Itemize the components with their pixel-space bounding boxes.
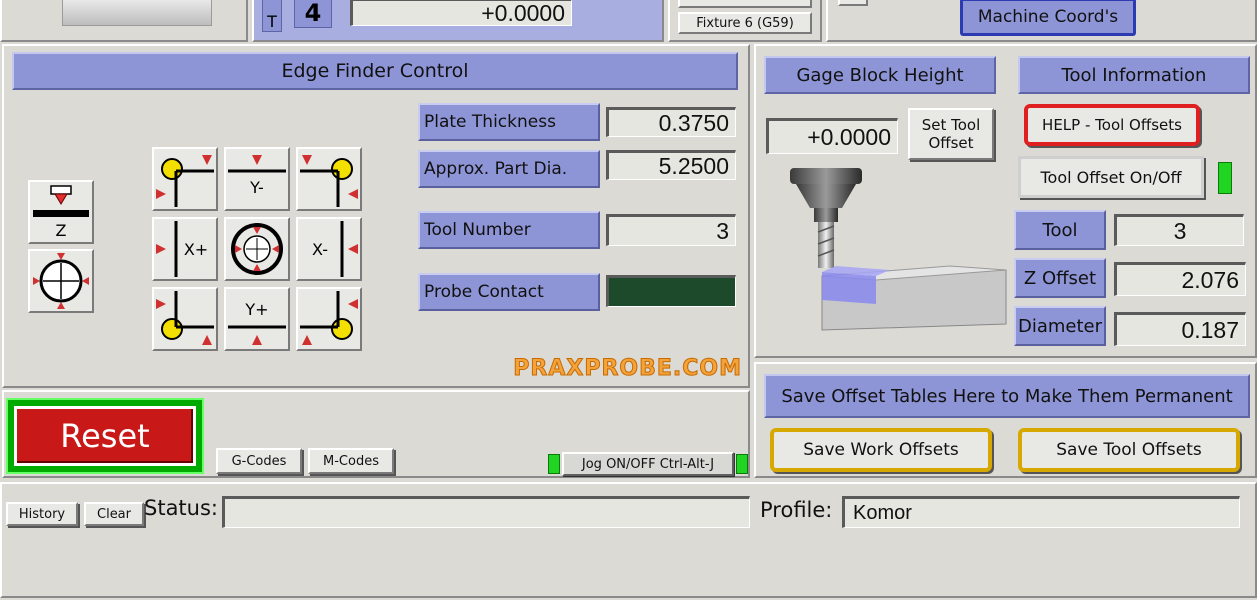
tool-number-field[interactable]: 3	[606, 214, 736, 246]
edge-finder-title: Edge Finder Control	[12, 52, 738, 90]
probe-z-button[interactable]: Z	[28, 180, 94, 244]
save-offsets-banner: Save Offset Tables Here to Make Them Per…	[764, 374, 1250, 418]
status-label: Status:	[144, 496, 218, 520]
gage-block-illustration	[790, 168, 1007, 331]
probe-y-minus[interactable]: Y-	[224, 147, 290, 211]
gage-block-title: Gage Block Height	[764, 56, 996, 94]
probe-x-minus[interactable]: X-	[296, 217, 362, 281]
machine-coords-button[interactable]: Machine Coord's	[960, 0, 1136, 36]
tool-panel: Gage Block Height +0.0000 Set Tool Offse…	[754, 44, 1257, 358]
probe-contact-led	[606, 275, 736, 307]
m-codes-button[interactable]: M-Codes	[308, 448, 394, 474]
save-work-offsets-button[interactable]: Save Work Offsets	[770, 428, 992, 472]
probe-corner-bottom-left[interactable]	[152, 287, 218, 351]
y-plus-label: Y+	[244, 300, 268, 319]
jog-led-right	[736, 454, 748, 474]
jog-toggle-button[interactable]: Jog ON/OFF Ctrl-Alt-J	[562, 452, 734, 476]
small-toggle-button[interactable]	[838, 0, 868, 6]
help-tool-offsets-button[interactable]: HELP - Tool Offsets	[1024, 104, 1200, 146]
top-tool-panel: T 4 +0.0000	[252, 0, 664, 42]
y-plus-icon: Y+	[228, 300, 286, 345]
y-minus-label: Y-	[249, 178, 264, 197]
status-bar: History Clear Status: Profile: Komor	[0, 482, 1257, 598]
top-fixture-panel: Fixture 6 (G59)	[668, 0, 822, 42]
save-offsets-panel: Save Offset Tables Here to Make Them Per…	[754, 362, 1257, 478]
save-tool-offsets-button[interactable]: Save Tool Offsets	[1018, 428, 1240, 472]
probe-contact-label: Probe Contact	[418, 273, 600, 311]
boss-center-icon	[231, 223, 283, 275]
diameter-label: Diameter	[1014, 306, 1106, 346]
probe-z-icon: Z	[33, 185, 89, 240]
probe-center-button[interactable]	[28, 249, 94, 313]
corner-top-right-icon	[300, 155, 358, 207]
tool-number-label: Tool Number	[418, 211, 600, 249]
bore-center-icon	[33, 253, 89, 309]
clear-button[interactable]: Clear	[84, 502, 144, 526]
z-offset-field[interactable]: 2.076	[1114, 262, 1246, 296]
corner-bottom-left-icon	[156, 291, 214, 345]
history-button[interactable]: History	[6, 502, 78, 526]
profile-field: Komor	[842, 496, 1240, 528]
tool-offset-led	[1218, 162, 1232, 194]
control-panel: Reset G-Codes M-Codes Jog ON/OFF Ctrl-Al…	[2, 390, 750, 478]
tool-number-display: 4	[294, 0, 332, 28]
praxprobe-logo: PRAXPROBE.COM	[513, 356, 742, 382]
corner-bottom-right-icon	[300, 291, 358, 345]
fixture-button[interactable]: Fixture 6 (G59)	[678, 12, 812, 34]
reset-button[interactable]: Reset	[6, 398, 204, 474]
machine-preview-image	[62, 0, 212, 26]
probe-center-boss[interactable]	[224, 217, 290, 281]
probe-y-plus[interactable]: Y+	[224, 287, 290, 351]
x-plus-icon: X+	[156, 221, 208, 277]
jog-led-left	[548, 454, 560, 474]
tool-dro[interactable]: +0.0000	[350, 0, 572, 26]
reset-label: Reset	[14, 406, 196, 466]
part-diameter-label: Approx. Part Dia.	[418, 150, 600, 188]
probe-corner-top-right[interactable]	[296, 147, 362, 211]
x-plus-label: X+	[184, 240, 208, 259]
probe-corner-top-left[interactable]	[152, 147, 218, 211]
status-field	[222, 496, 750, 528]
profile-label: Profile:	[760, 498, 833, 522]
tool-info-title: Tool Information	[1018, 56, 1250, 94]
tool-field[interactable]: 3	[1114, 214, 1244, 246]
x-minus-label: X-	[312, 240, 328, 259]
g-codes-button[interactable]: G-Codes	[216, 448, 302, 474]
top-right-panel: Machine Coord's	[826, 0, 1257, 42]
gage-block-field[interactable]: +0.0000	[766, 118, 898, 154]
probe-x-plus[interactable]: X+	[152, 217, 218, 281]
fixture-prev-button[interactable]	[678, 0, 812, 8]
top-left-panel	[0, 0, 248, 42]
x-minus-icon: X-	[312, 221, 358, 277]
diameter-field[interactable]: 0.187	[1114, 312, 1246, 346]
tool-letter-badge: T	[262, 0, 282, 32]
plate-thickness-field[interactable]: 0.3750	[606, 107, 736, 137]
corner-top-left-icon	[156, 155, 214, 207]
probe-corner-bottom-right[interactable]	[296, 287, 362, 351]
set-tool-offset-button[interactable]: Set Tool Offset	[908, 108, 994, 160]
tool-offset-toggle-button[interactable]: Tool Offset On/Off	[1018, 156, 1204, 198]
edge-finder-panel: Edge Finder Control Z Y- X+ X- Y+ Plate …	[2, 44, 750, 388]
part-diameter-field[interactable]: 5.2500	[606, 150, 736, 180]
z-offset-label: Z Offset	[1014, 258, 1106, 298]
plate-thickness-label: Plate Thickness	[418, 103, 600, 141]
machine-coords-label: Machine Coord's	[963, 1, 1133, 33]
y-minus-icon: Y-	[228, 155, 286, 197]
tool-label: Tool	[1014, 210, 1106, 250]
z-label: Z	[56, 221, 67, 240]
